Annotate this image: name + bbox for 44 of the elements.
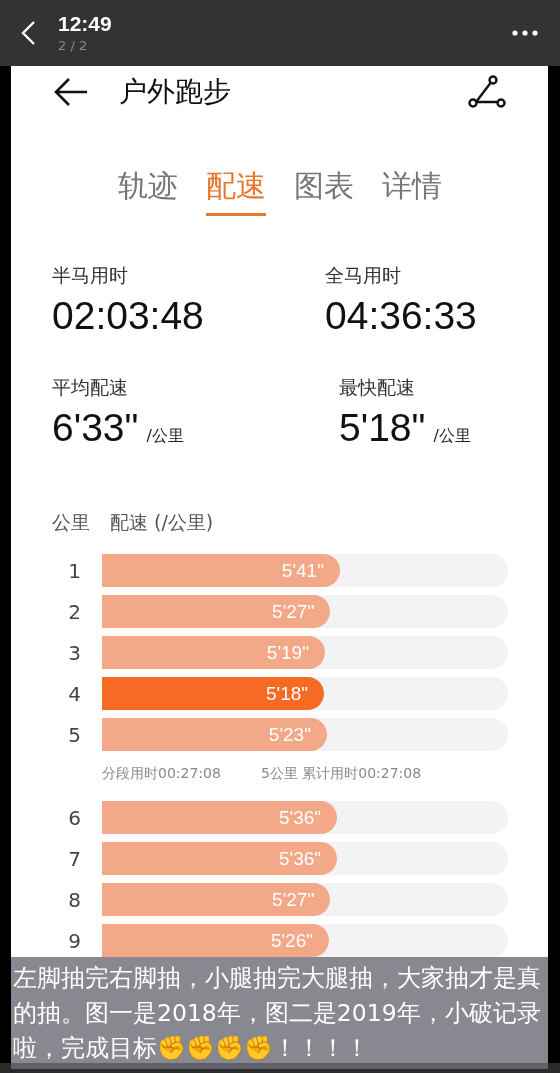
time-text: 12:49 bbox=[58, 11, 113, 37]
km-number: 4 bbox=[67, 681, 82, 706]
page-title: 户外跑步 bbox=[119, 74, 232, 110]
pace-bar: 5'36" bbox=[102, 801, 338, 834]
stat-value: 6'33" bbox=[52, 405, 139, 451]
more-icon[interactable] bbox=[512, 30, 538, 36]
tab[interactable]: 配速 bbox=[205, 166, 266, 216]
stat-value: 02:03:48 bbox=[52, 293, 204, 339]
pace-bar: 5'23" bbox=[102, 718, 327, 751]
stat-label: 平均配速 bbox=[52, 375, 128, 399]
tab[interactable]: 详情 bbox=[381, 166, 442, 216]
stat-value: 5'18" bbox=[339, 405, 426, 451]
km-number: 5 bbox=[67, 722, 82, 747]
tab[interactable]: 轨迹 bbox=[117, 166, 178, 216]
back-arrow-icon[interactable] bbox=[53, 77, 89, 107]
km-number: 2 bbox=[67, 599, 82, 624]
unit-text: /公里 bbox=[146, 426, 184, 447]
split-time: 分段用时00:27:08 bbox=[102, 765, 221, 783]
km-number: 3 bbox=[67, 640, 82, 665]
pace-bar: 5'18" bbox=[102, 677, 325, 710]
stat-label: 最快配速 bbox=[339, 375, 415, 399]
pace-bar: 5'26" bbox=[102, 924, 329, 957]
stat-label: 半马用时 bbox=[52, 263, 128, 287]
stat-value: 04:36:33 bbox=[325, 293, 477, 339]
km-number: 6 bbox=[67, 805, 82, 830]
column-header: 公里 bbox=[52, 510, 90, 535]
cumulative-time: 5公里 累计用时00:27:08 bbox=[260, 765, 422, 783]
km-number: 8 bbox=[67, 887, 82, 912]
pace-bar: 5'27" bbox=[102, 883, 331, 916]
pace-bar: 5'36" bbox=[102, 842, 338, 875]
page-counter: 2 / 2 bbox=[58, 37, 88, 55]
pace-bar: 5'27" bbox=[102, 595, 331, 628]
caption-text: 左脚抽完右脚抽，小腿抽完大腿抽，大家抽才是真的抽。图一是2018年，图二是2019年，小破记录啦，完成目标✊✊✊✊！！！！ bbox=[11, 957, 548, 1069]
km-number: 7 bbox=[67, 846, 82, 871]
stat-label: 全马用时 bbox=[325, 263, 401, 287]
tab[interactable]: 图表 bbox=[293, 166, 354, 216]
column-header: 配速 (/公里) bbox=[110, 510, 214, 535]
km-number: 1 bbox=[67, 558, 82, 583]
pace-bar: 5'19" bbox=[102, 636, 325, 669]
km-number: 9 bbox=[67, 928, 82, 953]
back-icon[interactable] bbox=[20, 20, 36, 46]
unit-text: /公里 bbox=[433, 426, 471, 447]
pace-bar: 5'41" bbox=[102, 554, 340, 587]
share-icon[interactable] bbox=[468, 74, 506, 110]
